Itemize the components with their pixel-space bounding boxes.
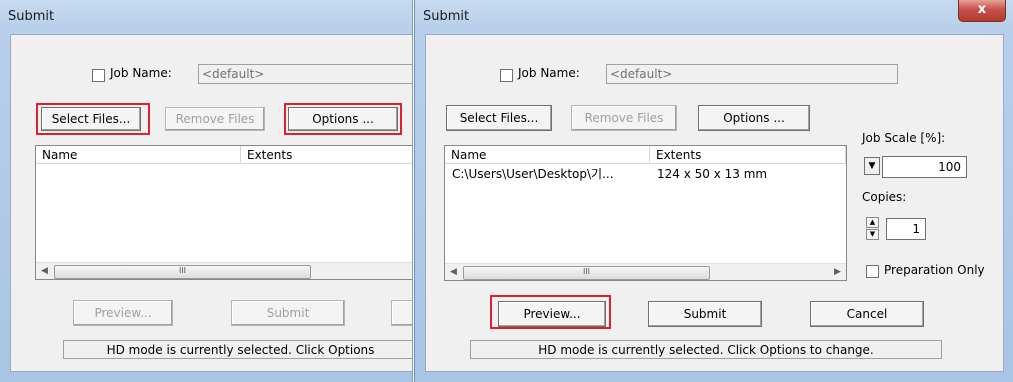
cancel-button[interactable]: Cancel bbox=[810, 301, 924, 327]
remove-files-button[interactable]: Remove Files bbox=[165, 107, 265, 131]
options-button[interactable]: Options ... bbox=[698, 105, 810, 131]
job-name-label: Job Name: bbox=[110, 66, 172, 80]
preparation-only-label: Preparation Only bbox=[884, 263, 985, 277]
window-title: Submit bbox=[423, 9, 470, 24]
copies-label: Copies: bbox=[862, 190, 907, 204]
preparation-only-checkbox[interactable] bbox=[866, 265, 879, 278]
submit-button[interactable]: Submit bbox=[231, 300, 345, 326]
window-title: Submit bbox=[8, 9, 55, 24]
file-extents-cell[interactable]: 124 x 50 x 13 mm bbox=[657, 166, 767, 182]
submit-dialog-right: Submit x Job Name: <default> Select File… bbox=[414, 0, 1013, 382]
scroll-thumb[interactable]: III bbox=[463, 266, 710, 280]
highlight-options bbox=[284, 103, 402, 135]
job-scale-dropdown-icon[interactable]: ▼ bbox=[864, 157, 880, 175]
dialog-client-area: Job Name: <default> Select Files... Remo… bbox=[10, 34, 412, 372]
column-header-extents[interactable]: Extents bbox=[241, 146, 412, 164]
file-list[interactable]: Name Extents C:\Users\User\Desktop\기... … bbox=[444, 145, 847, 281]
column-header-name[interactable]: Name bbox=[445, 146, 650, 164]
job-name-field[interactable]: <default> bbox=[606, 64, 898, 84]
scroll-left-arrow-icon[interactable]: ◀ bbox=[36, 263, 53, 279]
preview-button[interactable]: Preview... bbox=[73, 300, 173, 326]
column-header-extents[interactable]: Extents bbox=[650, 146, 846, 164]
remove-files-button[interactable]: Remove Files bbox=[571, 105, 677, 131]
scroll-thumb[interactable]: III bbox=[54, 265, 311, 279]
cancel-button-partial[interactable] bbox=[391, 300, 412, 326]
copies-up-icon[interactable]: ▲ bbox=[866, 217, 879, 228]
highlight-preview bbox=[490, 295, 611, 329]
dialog-client-area: Job Name: <default> Select Files... Remo… bbox=[425, 34, 1004, 372]
file-list[interactable]: Name Extents ◀ III bbox=[35, 145, 412, 280]
job-name-label: Job Name: bbox=[518, 66, 580, 80]
horizontal-scrollbar[interactable]: ◀ III ▶ bbox=[445, 263, 846, 280]
status-bar: HD mode is currently selected. Click Opt… bbox=[470, 340, 942, 359]
horizontal-scrollbar[interactable]: ◀ III bbox=[36, 262, 412, 279]
column-header-name[interactable]: Name bbox=[36, 146, 241, 164]
job-scale-input[interactable]: 100 bbox=[882, 156, 967, 178]
highlight-select-files bbox=[36, 103, 150, 135]
job-name-checkbox[interactable] bbox=[92, 69, 105, 82]
submit-button[interactable]: Submit bbox=[648, 301, 762, 327]
scroll-right-arrow-icon[interactable]: ▶ bbox=[829, 264, 846, 280]
file-name-cell[interactable]: C:\Users\User\Desktop\기... bbox=[452, 166, 614, 182]
submit-dialog-left: Submit Job Name: <default> Select Files.… bbox=[0, 0, 413, 382]
close-icon[interactable]: x bbox=[958, 0, 1006, 22]
select-files-button[interactable]: Select Files... bbox=[446, 105, 552, 131]
job-name-field[interactable]: <default> bbox=[198, 64, 412, 84]
copies-input[interactable]: 1 bbox=[886, 218, 926, 240]
scroll-left-arrow-icon[interactable]: ◀ bbox=[445, 264, 462, 280]
job-scale-label: Job Scale [%]: bbox=[862, 131, 946, 145]
job-name-checkbox[interactable] bbox=[500, 69, 513, 82]
copies-down-icon[interactable]: ▼ bbox=[866, 229, 879, 240]
status-bar: HD mode is currently selected. Click Opt… bbox=[63, 340, 412, 359]
